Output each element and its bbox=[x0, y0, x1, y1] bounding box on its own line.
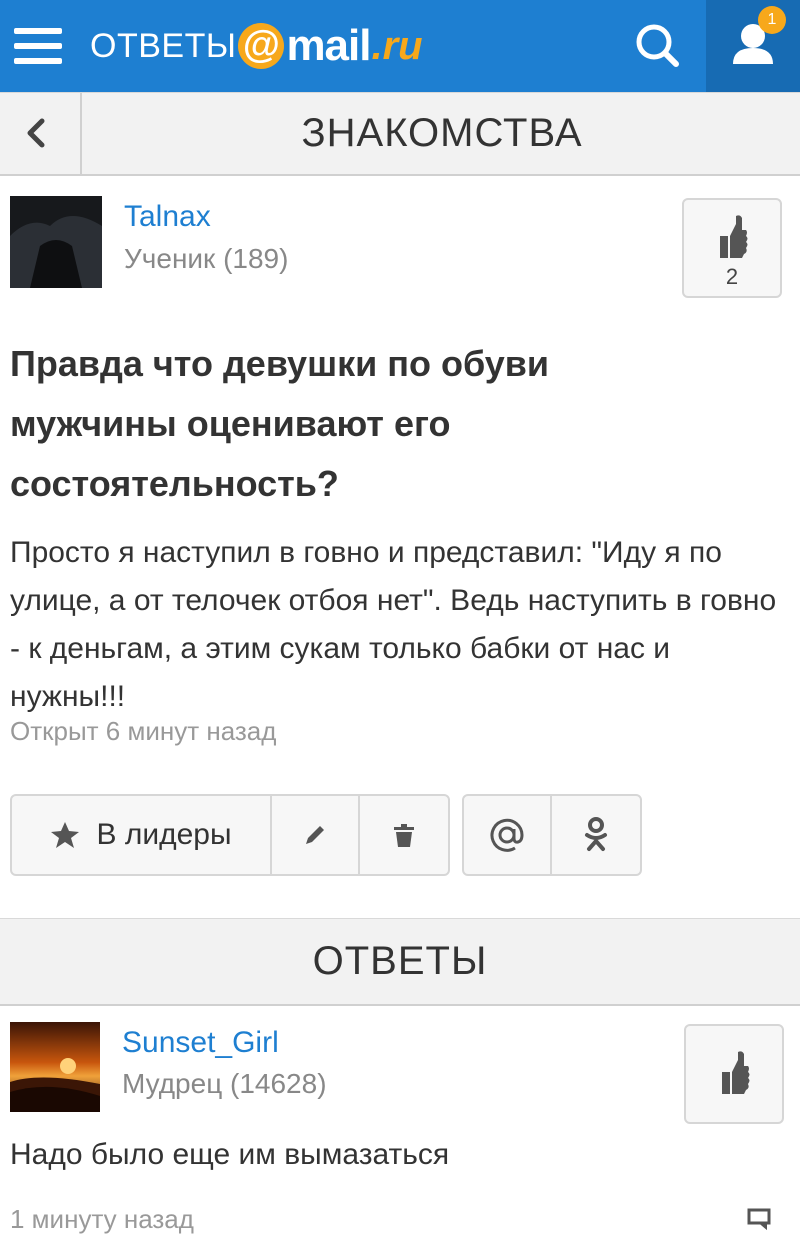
comment-icon bbox=[747, 1208, 771, 1231]
star-icon bbox=[51, 822, 80, 848]
thumbs-up-icon bbox=[720, 215, 748, 258]
category-title: ЗНАКОМСТВА bbox=[301, 111, 583, 155]
answer-text: Надо было еще им вымазаться bbox=[10, 1138, 450, 1171]
logo-at: @ bbox=[238, 23, 285, 69]
question-title: Правда что девушки по обуви мужчины оцен… bbox=[10, 343, 549, 504]
edit-button[interactable] bbox=[272, 796, 360, 874]
answer-author-name[interactable]: Sunset_Girl bbox=[122, 1026, 279, 1060]
search-icon bbox=[636, 24, 679, 67]
like-count: 2 bbox=[725, 264, 739, 289]
answers-bar: ОТВЕТЫ bbox=[0, 918, 800, 1006]
avatar[interactable] bbox=[10, 196, 102, 288]
user-icon bbox=[733, 24, 773, 64]
share-ok-button[interactable] bbox=[552, 796, 640, 874]
like-button[interactable]: 2 bbox=[682, 198, 782, 298]
author-rank: Ученик (189) bbox=[124, 243, 289, 274]
back-button[interactable] bbox=[0, 93, 82, 174]
leader-label: В лидеры bbox=[96, 818, 232, 851]
site-logo[interactable]: ОТВЕТЫ @ mail .ru bbox=[90, 18, 423, 74]
back-chevron-icon bbox=[27, 118, 45, 148]
answer-time: 1 минуту назад bbox=[10, 1204, 194, 1234]
at-sign-icon bbox=[490, 818, 524, 852]
avatar[interactable] bbox=[10, 1022, 100, 1112]
top-app-bar: ОТВЕТЫ @ mail .ru 1 bbox=[0, 0, 800, 92]
odnoklassniki-icon bbox=[585, 817, 607, 851]
question-text: Просто я наступил в говно и представил: … bbox=[10, 536, 777, 713]
answer-like-button[interactable] bbox=[684, 1024, 784, 1124]
logo-text: ОТВЕТЫ bbox=[90, 26, 237, 65]
category-bar: ЗНАКОМСТВА bbox=[0, 92, 800, 176]
pencil-icon bbox=[306, 826, 324, 844]
search-button[interactable] bbox=[612, 0, 702, 92]
comment-button[interactable] bbox=[746, 1206, 772, 1232]
user-button[interactable]: 1 bbox=[706, 0, 800, 92]
menu-icon[interactable] bbox=[14, 24, 64, 68]
avatar-image bbox=[10, 1022, 100, 1112]
notification-badge[interactable]: 1 bbox=[758, 6, 786, 34]
share-mail-button[interactable] bbox=[464, 796, 552, 874]
share-actions-group bbox=[462, 794, 642, 876]
trash-icon bbox=[394, 824, 414, 847]
logo-ru: .ru bbox=[371, 23, 423, 68]
avatar-image bbox=[10, 196, 102, 288]
author-name[interactable]: Talnax bbox=[124, 200, 211, 234]
answer-author-rank: Мудрец (14628) bbox=[122, 1068, 327, 1099]
question-actions: В лидеры bbox=[10, 794, 642, 876]
delete-button[interactable] bbox=[360, 796, 448, 874]
answers-title: ОТВЕТЫ bbox=[312, 939, 488, 983]
thumbs-up-icon bbox=[722, 1051, 750, 1094]
logo-mail: mail bbox=[286, 21, 371, 70]
question-time: Открыт 6 минут назад bbox=[10, 716, 277, 746]
edit-actions-group: В лидеры bbox=[10, 794, 450, 876]
leader-button[interactable]: В лидеры bbox=[12, 796, 272, 874]
